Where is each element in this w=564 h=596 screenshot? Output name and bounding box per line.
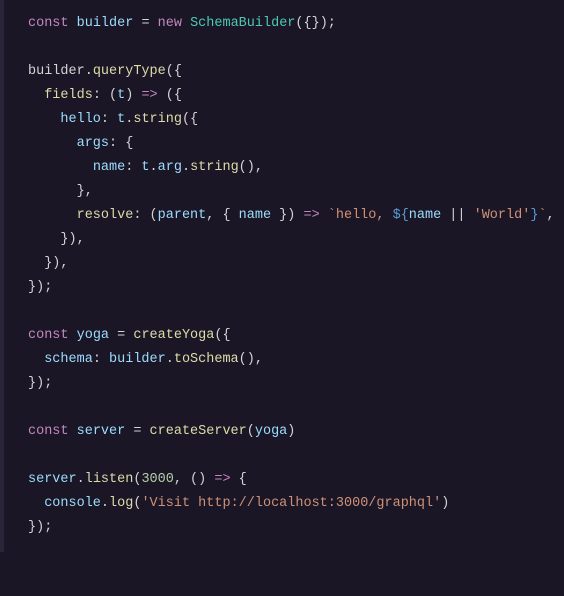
code-token: => [141,88,157,103]
code-token: 'Visit http://localhost:3000/graphql' [141,496,441,511]
code-token: || [441,208,473,223]
code-token: (), [239,160,263,175]
code-token: name [93,160,125,175]
code-token: log [109,496,133,511]
code-token: ({ [166,64,182,79]
code-token [28,208,77,223]
code-token [69,328,77,343]
code-token: string [190,160,239,175]
code-token: queryType [93,64,166,79]
code-token: . [77,472,85,487]
code-token: console [44,496,101,511]
code-content: const builder = new SchemaBuilder({}); b… [28,16,555,535]
code-token: server [77,424,126,439]
code-token: . [85,64,93,79]
code-token [28,496,44,511]
code-token [28,352,44,367]
code-token: 'World' [474,208,531,223]
code-token: , [547,208,555,223]
code-block: const builder = new SchemaBuilder({}); b… [0,0,564,552]
code-token: ({}); [295,16,336,31]
code-token [28,160,93,175]
code-token: ) [287,424,295,439]
code-token: ${ [393,208,409,223]
code-token: ) [441,496,449,511]
code-token: : ( [93,88,117,103]
code-token: SchemaBuilder [190,16,295,31]
code-token: . [150,160,158,175]
code-token: }) [271,208,303,223]
code-token: = [133,16,157,31]
code-token: listen [85,472,134,487]
code-token [28,112,60,127]
code-token: : ( [133,208,157,223]
code-token: string [133,112,182,127]
code-token: . [182,160,190,175]
code-token: toSchema [174,352,239,367]
code-token: . [166,352,174,367]
code-token: (), [239,352,263,367]
code-token: 3000 [141,472,173,487]
code-token: builder [28,64,85,79]
code-token: : [93,352,109,367]
code-token: t [141,160,149,175]
code-token: ({ [214,328,230,343]
code-token: fields [44,88,93,103]
code-token: = [109,328,133,343]
code-token: new [158,16,182,31]
code-token: schema [44,352,93,367]
code-token: createServer [150,424,247,439]
code-token: resolve [77,208,134,223]
code-token: yoga [77,328,109,343]
code-token: hello [60,112,101,127]
code-token: const [28,424,69,439]
code-token: builder [77,16,134,31]
code-token: `hello, [328,208,393,223]
code-token: : [125,160,141,175]
code-token: ( [247,424,255,439]
code-token [69,16,77,31]
code-token: => [214,472,230,487]
code-token [28,136,77,151]
code-token: arg [158,160,182,175]
code-token [69,424,77,439]
code-token [320,208,328,223]
code-token: parent [158,208,207,223]
code-token: = [125,424,149,439]
code-token: ({ [182,112,198,127]
code-token: }); [28,376,52,391]
code-token: , { [206,208,238,223]
code-token: . [101,496,109,511]
code-token: builder [109,352,166,367]
code-token: name [409,208,441,223]
code-token: const [28,16,69,31]
code-token: : [101,112,117,127]
code-token: : { [109,136,133,151]
code-token [182,16,190,31]
code-token: }, [28,184,93,199]
code-token: }), [28,232,85,247]
code-token: createYoga [133,328,214,343]
code-token: ) [125,88,141,103]
code-token: , () [174,472,215,487]
code-token [28,88,44,103]
code-token: args [77,136,109,151]
code-token: name [239,208,271,223]
code-token: }), [28,256,69,271]
code-token: => [303,208,319,223]
code-token: }); [28,520,52,535]
code-token: { [231,472,247,487]
code-token: const [28,328,69,343]
code-token: ` [538,208,546,223]
code-token: ({ [158,88,182,103]
code-token: yoga [255,424,287,439]
code-token: server [28,472,77,487]
code-token: }); [28,280,52,295]
